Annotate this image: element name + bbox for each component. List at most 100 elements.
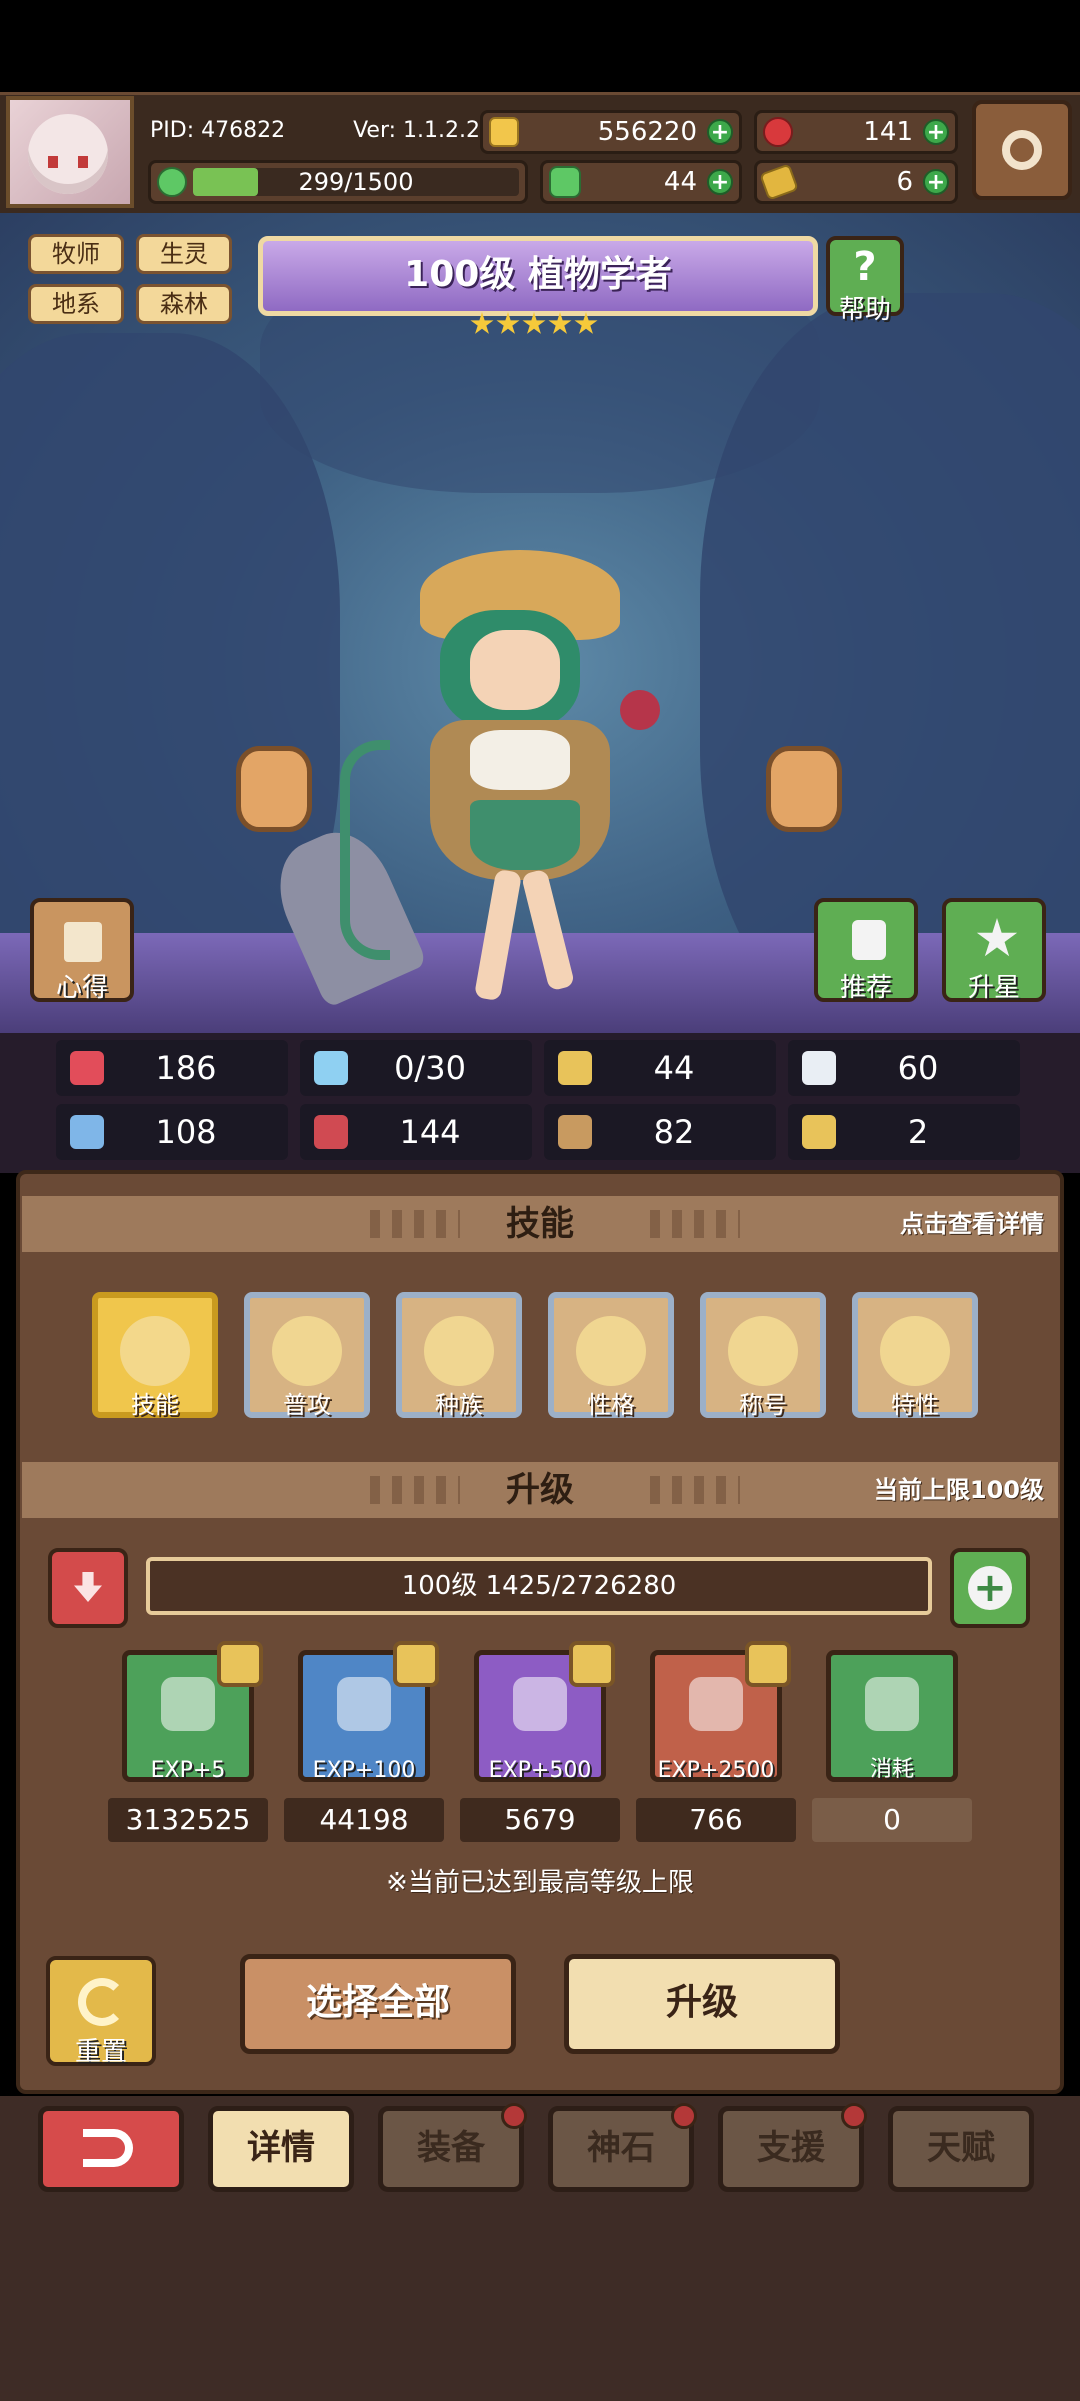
exp-bar: 299/1500 (148, 160, 528, 204)
exp-item[interactable]: EXP+500 (474, 1641, 615, 1783)
book-icon (314, 1115, 348, 1149)
star-icon (522, 312, 546, 334)
lock-icon (217, 1641, 263, 1687)
skill-icon (272, 1316, 342, 1386)
skills-section-header: 技能 点击查看详情 (22, 1196, 1058, 1252)
right-medallion-icon[interactable] (766, 746, 842, 832)
nav-tab-equipment[interactable]: 装备 (378, 2103, 527, 2192)
gear-icon (1002, 130, 1042, 170)
exp-item-label: EXP+500 (488, 1758, 592, 1783)
skill-slot[interactable]: 技能 (92, 1292, 218, 1419)
exp-item-count: 44198 (284, 1798, 444, 1842)
stat-item: 2 (788, 1104, 1020, 1160)
skill-slot[interactable]: 特性 (852, 1292, 978, 1419)
star-icon (976, 918, 1018, 957)
tag-class: 牧师 (28, 234, 124, 274)
exp-item[interactable]: EXP+2500 (650, 1641, 791, 1783)
skill-icon (120, 1316, 190, 1386)
key-value: 6 (896, 167, 913, 197)
upgrade-button[interactable]: 升级 (564, 1954, 840, 2054)
exp-item[interactable]: 消耗 (826, 1650, 958, 1782)
notes-button[interactable]: 心得 (30, 898, 134, 1003)
key-counter[interactable]: 6 + (754, 160, 958, 204)
exp-item-label: EXP+2500 (657, 1758, 775, 1783)
avatar-face (28, 114, 108, 194)
gem-counter[interactable]: 141 + (754, 110, 958, 154)
add-clover-icon[interactable]: + (707, 169, 733, 195)
lock-icon (393, 1641, 439, 1687)
clover-counter[interactable]: 44 + (540, 160, 742, 204)
star-rating (470, 312, 598, 336)
scroll-icon (64, 922, 102, 962)
water-drop-icon (314, 1051, 348, 1085)
exp-material-icon (337, 1677, 391, 1731)
skill-slot[interactable]: 种族 (396, 1292, 522, 1419)
reset-button[interactable]: 重置 (46, 1956, 156, 2067)
level-up-add-button[interactable]: + (950, 1548, 1030, 1628)
pid-label: PID: 476822 (150, 117, 286, 143)
nav-tab-support[interactable]: 支援 (718, 2103, 867, 2192)
nav-tab-talent[interactable]: 天赋 (888, 2106, 1034, 2192)
wing-icon (802, 1051, 836, 1085)
upstar-button[interactable]: 升星 (942, 898, 1046, 1003)
nav-tab-godstone[interactable]: 神石 (548, 2103, 697, 2192)
leg (473, 868, 523, 1002)
skill-label: 种族 (435, 1391, 483, 1419)
gold-coin-icon (865, 1677, 919, 1731)
stat-item: 60 (788, 1040, 1020, 1096)
skill-slot[interactable]: 普攻 (244, 1292, 370, 1419)
help-button[interactable]: ? 帮助 (826, 236, 904, 325)
skirt (470, 800, 580, 870)
gold-counter[interactable]: 556220 + (480, 110, 742, 154)
add-key-icon[interactable]: + (923, 169, 949, 195)
exp-text: 299/1500 (298, 168, 414, 196)
exp-icon (157, 167, 187, 197)
skill-slot[interactable]: 称号 (700, 1292, 826, 1419)
add-gem-icon[interactable]: + (923, 119, 949, 145)
question-mark-icon: ? (853, 244, 877, 290)
skill-icon (728, 1316, 798, 1386)
help-label: 帮助 (838, 295, 891, 325)
clover-icon (549, 166, 581, 198)
skills-section-hint[interactable]: 点击查看详情 (900, 1196, 1044, 1252)
back-button[interactable] (38, 2106, 184, 2192)
add-gold-icon[interactable]: + (707, 119, 733, 145)
stat-item: 82 (544, 1104, 776, 1160)
version-label: Ver: 1.1.2.2 (353, 117, 480, 143)
stat-value: 108 (155, 1113, 217, 1151)
clover-value: 44 (663, 167, 697, 197)
notification-dot (671, 2103, 697, 2129)
skill-label: 特性 (891, 1391, 939, 1419)
player-avatar[interactable] (6, 96, 134, 208)
exp-item[interactable]: EXP+100 (298, 1641, 439, 1783)
face (470, 630, 560, 710)
skill-slot[interactable]: 性格 (548, 1292, 674, 1419)
stat-value: 44 (653, 1049, 695, 1087)
recommend-label: 推荐 (839, 973, 892, 1003)
lock-icon (745, 1641, 791, 1687)
upstar-label: 升星 (967, 973, 1020, 1003)
star-icon (574, 312, 598, 334)
exp-item-count: 5679 (460, 1798, 620, 1842)
exp-item-label: 消耗 (869, 1757, 914, 1782)
star-icon (548, 312, 572, 334)
select-all-button[interactable]: 选择全部 (240, 1954, 516, 2054)
stat-value: 186 (155, 1049, 217, 1087)
recommend-button[interactable]: 推荐 (814, 898, 918, 1003)
nav-tab-details[interactable]: 详情 (208, 2106, 354, 2192)
top (470, 730, 570, 790)
exp-item-label: EXP+100 (312, 1758, 416, 1783)
settings-button[interactable] (972, 100, 1072, 200)
skill-label: 称号 (739, 1391, 787, 1419)
left-medallion-icon[interactable] (236, 746, 312, 832)
skill-icon (576, 1316, 646, 1386)
star-icon (496, 312, 520, 334)
lock-icon (569, 1641, 615, 1687)
reset-label: 重置 (74, 2037, 127, 2067)
gem-value: 141 (863, 117, 913, 147)
exp-items-row: EXP+5 3132525 EXP+100 44198 EXP+500 5679 EXP+2… (0, 1641, 1080, 1850)
level-down-button[interactable] (48, 1548, 128, 1628)
exp-item[interactable]: EXP+5 (122, 1641, 263, 1783)
thumbs-up-icon (852, 920, 886, 960)
avatar-eye (48, 156, 58, 168)
